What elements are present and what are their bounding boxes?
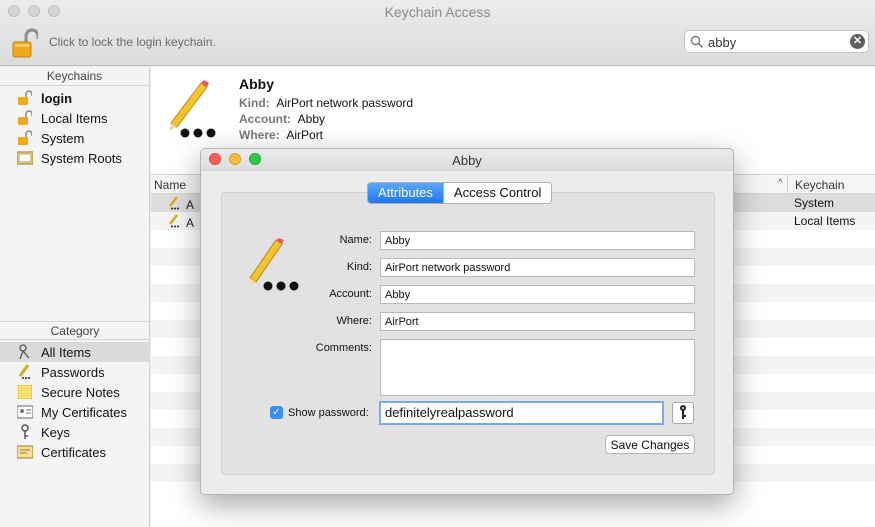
- tab-attributes[interactable]: Attributes: [368, 183, 443, 203]
- sidebar-item-label: Local Items: [41, 110, 108, 126]
- kind-label: Kind:: [346, 261, 372, 273]
- save-changes-button[interactable]: Save Changes: [605, 435, 695, 454]
- kind-label: Kind:: [239, 96, 270, 110]
- lock-open-icon: [16, 129, 34, 147]
- lock-hint-text: Click to lock the login keychain.: [49, 35, 216, 49]
- sidebar-item-label: System: [41, 130, 85, 146]
- name-label: Name:: [339, 234, 372, 246]
- sidebar-item-login[interactable]: login: [0, 88, 149, 108]
- row-name: A: [167, 214, 194, 231]
- sidebar-item-all-items[interactable]: All Items: [0, 342, 150, 362]
- sidebar-item-secure-notes[interactable]: Secure Notes: [0, 382, 150, 402]
- lock-open-icon: [16, 89, 34, 107]
- pencil-icon: [167, 214, 181, 231]
- account-field[interactable]: Abby: [380, 285, 695, 304]
- comments-field[interactable]: [380, 339, 695, 396]
- all-items-icon: [16, 343, 34, 361]
- sidebar-item-my-certificates[interactable]: My Certificates: [0, 402, 150, 422]
- sidebar-item-certificates[interactable]: Certificates: [0, 442, 150, 462]
- sidebar-item-label: System Roots: [41, 150, 122, 166]
- account-label: Account:: [329, 288, 372, 300]
- category-section: Category All Items Passwords Secure Note…: [0, 321, 150, 462]
- key-icon: [16, 423, 34, 441]
- category-header: Category: [0, 321, 150, 340]
- folder-cert-icon: [16, 149, 34, 167]
- where-label: Where:: [239, 128, 280, 142]
- sidebar-item-label: Secure Notes: [41, 384, 120, 400]
- password-field[interactable]: definitelyrealpassword: [379, 401, 664, 425]
- item-dialog: Abby Attributes Access Control Name: Abb…: [200, 148, 734, 495]
- dialog-tabs: Attributes Access Control: [367, 182, 553, 204]
- sort-caret-icon: ^: [778, 178, 783, 189]
- lock-open-icon: [16, 109, 34, 127]
- item-title: Abby: [239, 76, 274, 92]
- sidebar-item-system[interactable]: System: [0, 128, 149, 148]
- sidebar: Keychains login Local Items System Syste…: [0, 67, 150, 527]
- sidebar-item-label: My Certificates: [41, 404, 127, 420]
- where-value: AirPort: [286, 128, 324, 142]
- lock-open-icon[interactable]: [12, 28, 40, 58]
- sidebar-item-label: Certificates: [41, 444, 107, 460]
- sidebar-item-label: All Items: [41, 344, 91, 360]
- window-titlebar: Keychain Access Click to lock the login …: [0, 0, 875, 66]
- column-header-keychain[interactable]: Keychain: [787, 175, 875, 194]
- row-name-text: A: [186, 197, 195, 212]
- search-input[interactable]: abby: [708, 35, 736, 50]
- cert-icon: [16, 443, 34, 461]
- sidebar-item-local-items[interactable]: Local Items: [0, 108, 149, 128]
- account-label: Account:: [239, 112, 291, 126]
- sidebar-item-system-roots[interactable]: System Roots: [0, 148, 149, 168]
- row-name-text: A: [186, 215, 195, 230]
- tab-access-control[interactable]: Access Control: [442, 183, 551, 203]
- account-value: Abby: [297, 112, 326, 126]
- password-item-icon: [163, 79, 223, 139]
- password-assistant-button[interactable]: [672, 402, 694, 424]
- name-field[interactable]: Abby: [380, 231, 695, 250]
- key-icon: [678, 404, 688, 423]
- where-field[interactable]: AirPort: [380, 312, 695, 331]
- my-cert-icon: [16, 403, 34, 421]
- sidebar-item-label: Keys: [41, 424, 70, 440]
- show-password-checkbox[interactable]: ✓: [270, 406, 283, 419]
- dialog-title: Abby: [452, 153, 482, 168]
- dialog-titlebar: Abby: [201, 149, 733, 171]
- comments-label: Comments:: [315, 342, 372, 354]
- keychains-header: Keychains: [0, 67, 149, 86]
- attributes-panel: Name: Abby Kind: AirPort network passwor…: [221, 192, 715, 475]
- row-name: A: [167, 196, 194, 213]
- sidebar-item-label: login: [41, 90, 73, 106]
- item-kind-row: Kind: AirPort network password: [239, 96, 413, 110]
- sidebar-item-label: Passwords: [41, 364, 105, 380]
- sidebar-item-passwords[interactable]: Passwords: [0, 362, 150, 382]
- note-icon: [16, 383, 34, 401]
- row-keychain: Local Items: [794, 214, 856, 228]
- password-item-icon: [246, 238, 304, 296]
- item-where-row: Where: AirPort: [239, 128, 323, 142]
- column-header-name[interactable]: Name: [154, 178, 186, 192]
- kind-field[interactable]: AirPort network password: [380, 258, 695, 277]
- pencil-icon: [16, 363, 34, 381]
- kind-value: AirPort network password: [276, 96, 414, 110]
- item-account-row: Account: Abby: [239, 112, 325, 126]
- search-icon: [690, 35, 704, 49]
- window-title: Keychain Access: [384, 4, 491, 20]
- pencil-icon: [167, 196, 181, 213]
- sidebar-item-keys[interactable]: Keys: [0, 422, 150, 442]
- row-keychain: System: [794, 196, 835, 210]
- where-label: Where:: [336, 315, 372, 327]
- search-field[interactable]: abby ✕: [684, 30, 869, 53]
- clear-search-icon[interactable]: ✕: [850, 34, 865, 49]
- show-password-label: Show password:: [288, 407, 369, 419]
